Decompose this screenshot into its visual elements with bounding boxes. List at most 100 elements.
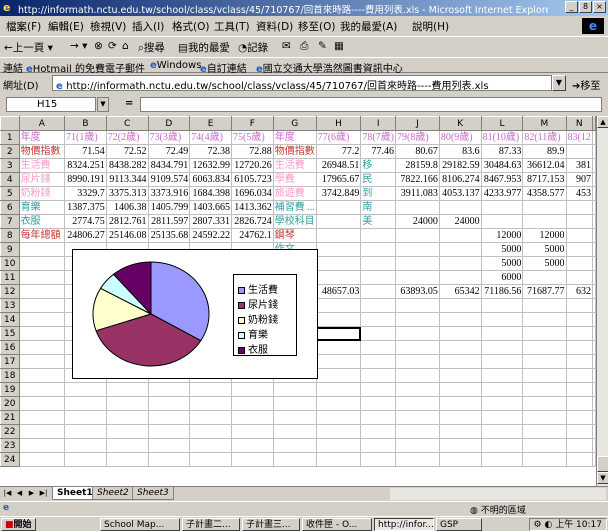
task-ie-window[interactable]: http://infor... [374,518,434,531]
cell[interactable]: 2807.331 [189,214,232,229]
cell[interactable] [64,382,107,397]
cell[interactable] [230,396,274,411]
cell[interactable] [230,438,274,453]
cell[interactable] [315,396,362,411]
cell[interactable] [360,312,396,327]
cell[interactable]: 到 [360,186,396,201]
cell[interactable] [522,410,567,425]
column-header[interactable]: E [189,116,232,131]
cell[interactable] [18,424,66,439]
cell[interactable] [360,354,396,369]
cell[interactable] [438,438,482,453]
stop-icon[interactable]: ⊗ [94,40,103,52]
cell[interactable] [480,312,524,327]
cell[interactable] [189,410,232,425]
cell[interactable] [147,396,191,411]
cell[interactable]: 65342 [438,284,482,299]
row-header[interactable]: 2 [0,144,20,159]
cell[interactable]: 3742.849 [315,186,362,201]
cell[interactable]: 1405.799 [147,200,191,215]
cell[interactable]: 72(2歲) [105,130,149,145]
cell[interactable] [522,200,567,215]
menu-format[interactable]: 格式(O) [172,19,209,34]
cell[interactable] [272,382,317,397]
cell[interactable]: 9113.344 [105,172,149,187]
cell[interactable]: 81(10歲) [480,130,524,145]
cell[interactable] [438,382,482,397]
cell[interactable]: 12632.99 [189,158,232,173]
cell[interactable] [315,256,362,271]
cell[interactable] [480,298,524,313]
cell[interactable] [315,214,362,229]
cell[interactable] [315,326,362,341]
cell[interactable] [394,242,440,257]
cell[interactable]: 5000 [522,242,567,257]
cell[interactable]: 1684.398 [189,186,232,201]
cell[interactable] [565,382,593,397]
cell[interactable] [315,340,362,355]
scroll-thumb[interactable] [597,456,608,472]
cell[interactable] [230,452,274,467]
cell[interactable] [105,396,149,411]
row-header[interactable]: 3 [0,158,20,173]
cell[interactable] [565,410,593,425]
cell[interactable] [315,312,362,327]
cell[interactable]: 育樂 [18,200,66,215]
cell[interactable]: 71.54 [64,144,107,159]
cell[interactable] [480,410,524,425]
column-header[interactable]: L [480,116,524,131]
cell[interactable] [189,438,232,453]
pie-chart[interactable]: 生活費 尿片錢 奶粉錢 育樂 衣服 [72,249,318,379]
cell[interactable] [64,410,107,425]
row-header[interactable]: 5 [0,186,20,201]
cell[interactable]: 南 [360,200,396,215]
task-inbox[interactable]: 收件匣 - O... [302,518,372,531]
back-button[interactable]: ←上一頁 ▾ [4,40,53,55]
menu-insert[interactable]: 插入(I) [132,19,164,34]
cell[interactable] [18,312,66,327]
cell[interactable] [360,228,396,243]
task-school-map[interactable]: School Map... [100,518,180,531]
column-header[interactable]: I [360,116,396,131]
cell[interactable] [18,256,66,271]
cell[interactable] [522,340,567,355]
cell[interactable] [394,452,440,467]
cell[interactable]: 36612.04 [522,158,567,173]
column-header[interactable]: N [565,116,593,131]
link-windows[interactable]: eWindows [150,60,201,71]
cell[interactable] [394,228,440,243]
first-sheet-icon[interactable]: |◀ [2,488,13,499]
cell[interactable] [272,410,317,425]
cell[interactable] [18,354,66,369]
cell[interactable] [438,242,482,257]
cell[interactable] [480,214,524,229]
cell[interactable]: 6063.834 [189,172,232,187]
cell[interactable] [360,396,396,411]
cell[interactable]: 4233.977 [480,186,524,201]
cell[interactable] [522,424,567,439]
cell[interactable] [522,452,567,467]
cell[interactable]: 82(11歲) [522,130,567,145]
cell[interactable] [565,144,593,159]
cell[interactable]: 衣服 [18,214,66,229]
cell[interactable]: 每年總額 [18,228,66,243]
cell[interactable] [565,438,593,453]
cell[interactable] [522,214,567,229]
cell[interactable]: 29182.59 [438,158,482,173]
cell[interactable]: 9109.574 [147,172,191,187]
row-header[interactable]: 12 [0,284,20,299]
cell[interactable] [360,382,396,397]
cell[interactable] [315,270,362,285]
cell[interactable]: 632 [565,284,593,299]
cell[interactable]: 物價指數 [18,144,66,159]
cell[interactable] [394,256,440,271]
cell[interactable]: 移 [360,158,396,173]
task-subplan-2[interactable]: 子計畫二... [182,518,240,531]
cell[interactable] [360,410,396,425]
cell[interactable] [522,396,567,411]
task-subplan-3[interactable]: 子計畫三... [242,518,300,531]
cell[interactable] [18,242,66,257]
column-header[interactable]: G [272,116,317,131]
cell[interactable] [189,424,232,439]
cell[interactable] [438,396,482,411]
